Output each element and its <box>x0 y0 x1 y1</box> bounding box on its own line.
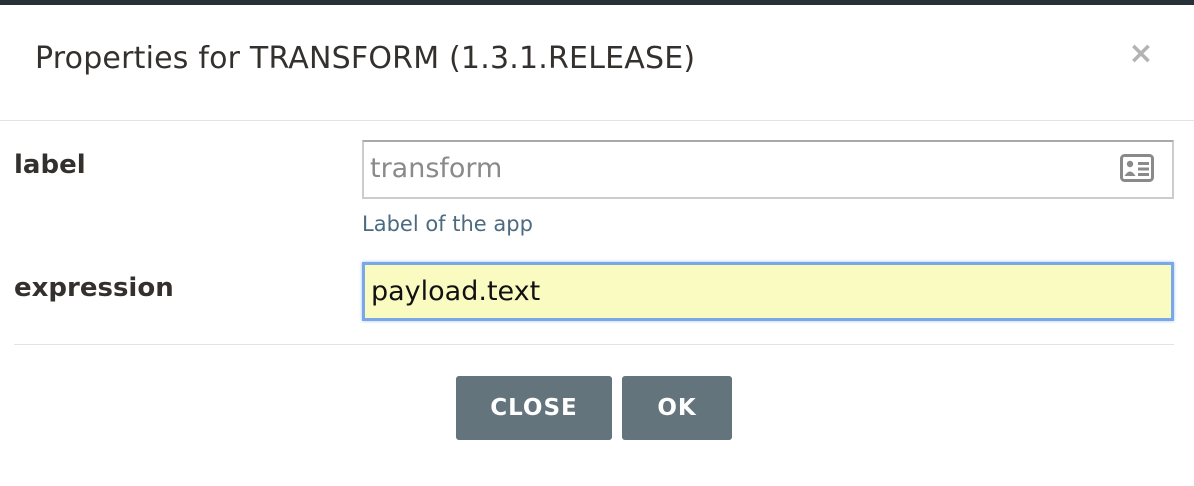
dialog-header: Properties for TRANSFORM (1.3.1.RELEASE)… <box>0 5 1194 121</box>
address-card-icon <box>1120 154 1154 182</box>
dialog-title: Properties for TRANSFORM (1.3.1.RELEASE) <box>35 41 696 76</box>
label-field-label: label <box>14 150 86 180</box>
label-help-text: Label of the app <box>362 212 533 236</box>
footer-divider <box>14 344 1174 345</box>
expression-field-label: expression <box>14 273 174 303</box>
ok-button[interactable]: OK <box>622 376 732 440</box>
close-button[interactable]: CLOSE <box>456 376 612 440</box>
expression-input[interactable]: payload.text <box>362 262 1174 321</box>
close-icon[interactable]: × <box>1126 39 1156 69</box>
label-input[interactable]: transform <box>362 140 1174 199</box>
